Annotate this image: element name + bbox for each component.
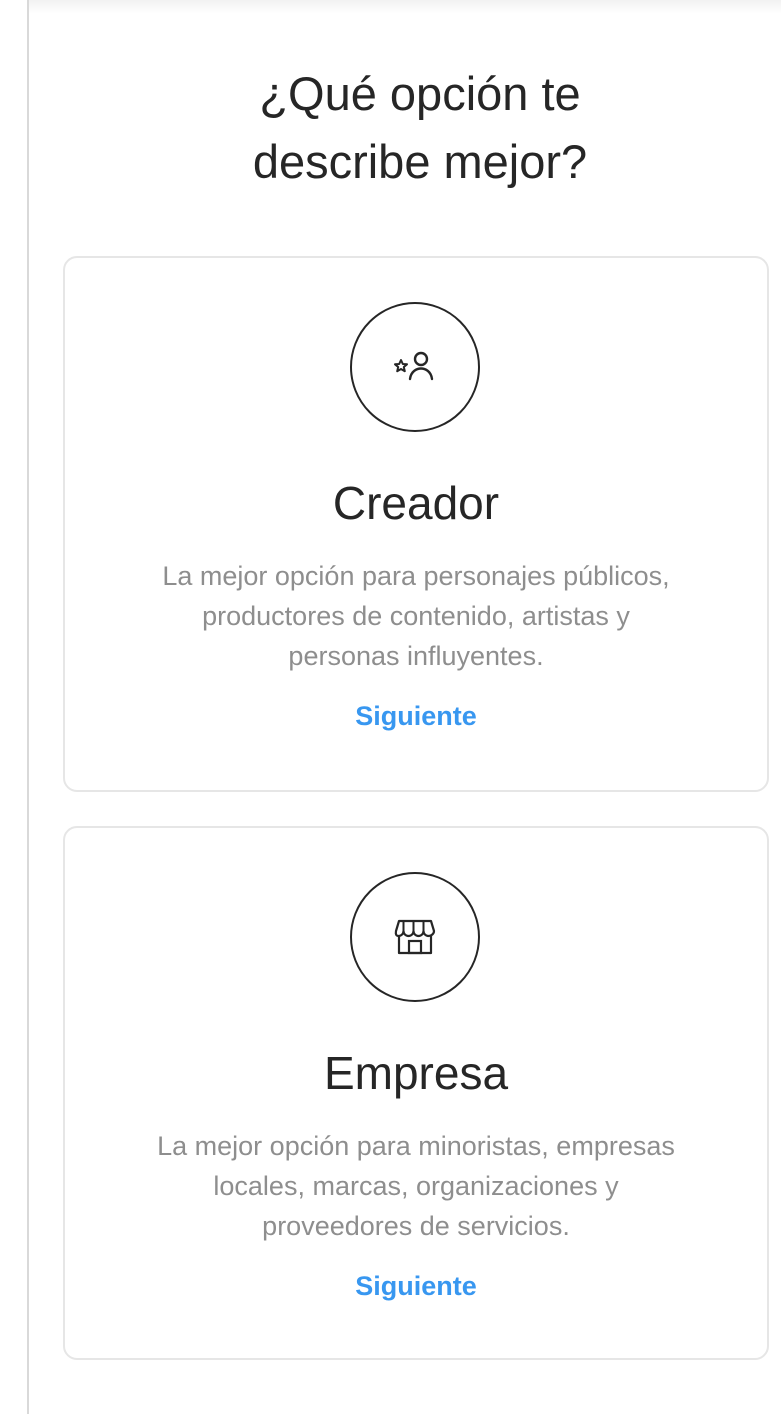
creator-description-line: La mejor opción para personajes públicos… [162,561,670,591]
creator-description-line: personas influyentes. [288,641,544,671]
page-title: ¿Qué opción te describe mejor? [252,67,588,188]
business-icon-circle [350,872,480,1002]
creator-description: La mejor opción para personajes públicos… [85,556,747,676]
business-title: Empresa [323,1047,509,1099]
business-description-line: proveedores de servicios. [262,1211,570,1241]
creator-title: Creador [332,477,500,529]
creator-description-line: productores de contenido, artistas y [202,601,630,631]
business-option-card[interactable]: Empresa La mejor opción para minoristas,… [63,826,769,1360]
storefront-icon [394,919,436,955]
business-description-line: La mejor opción para minoristas, empresa… [157,1131,675,1161]
business-description-line: locales, marcas, organizaciones y [213,1171,619,1201]
creator-icon-circle [350,302,480,432]
business-description: La mejor opción para minoristas, empresa… [85,1126,747,1246]
business-next-button[interactable]: Siguiente [65,1266,767,1306]
account-type-screen: ¿Qué opción te describe mejor? Creador L… [0,0,781,1414]
creator-star-person-icon [394,351,434,381]
top-shadow [29,0,781,14]
left-panel-edge [0,0,29,1414]
creator-next-button[interactable]: Siguiente [65,696,767,736]
creator-option-card[interactable]: Creador La mejor opción para personajes … [63,256,769,792]
